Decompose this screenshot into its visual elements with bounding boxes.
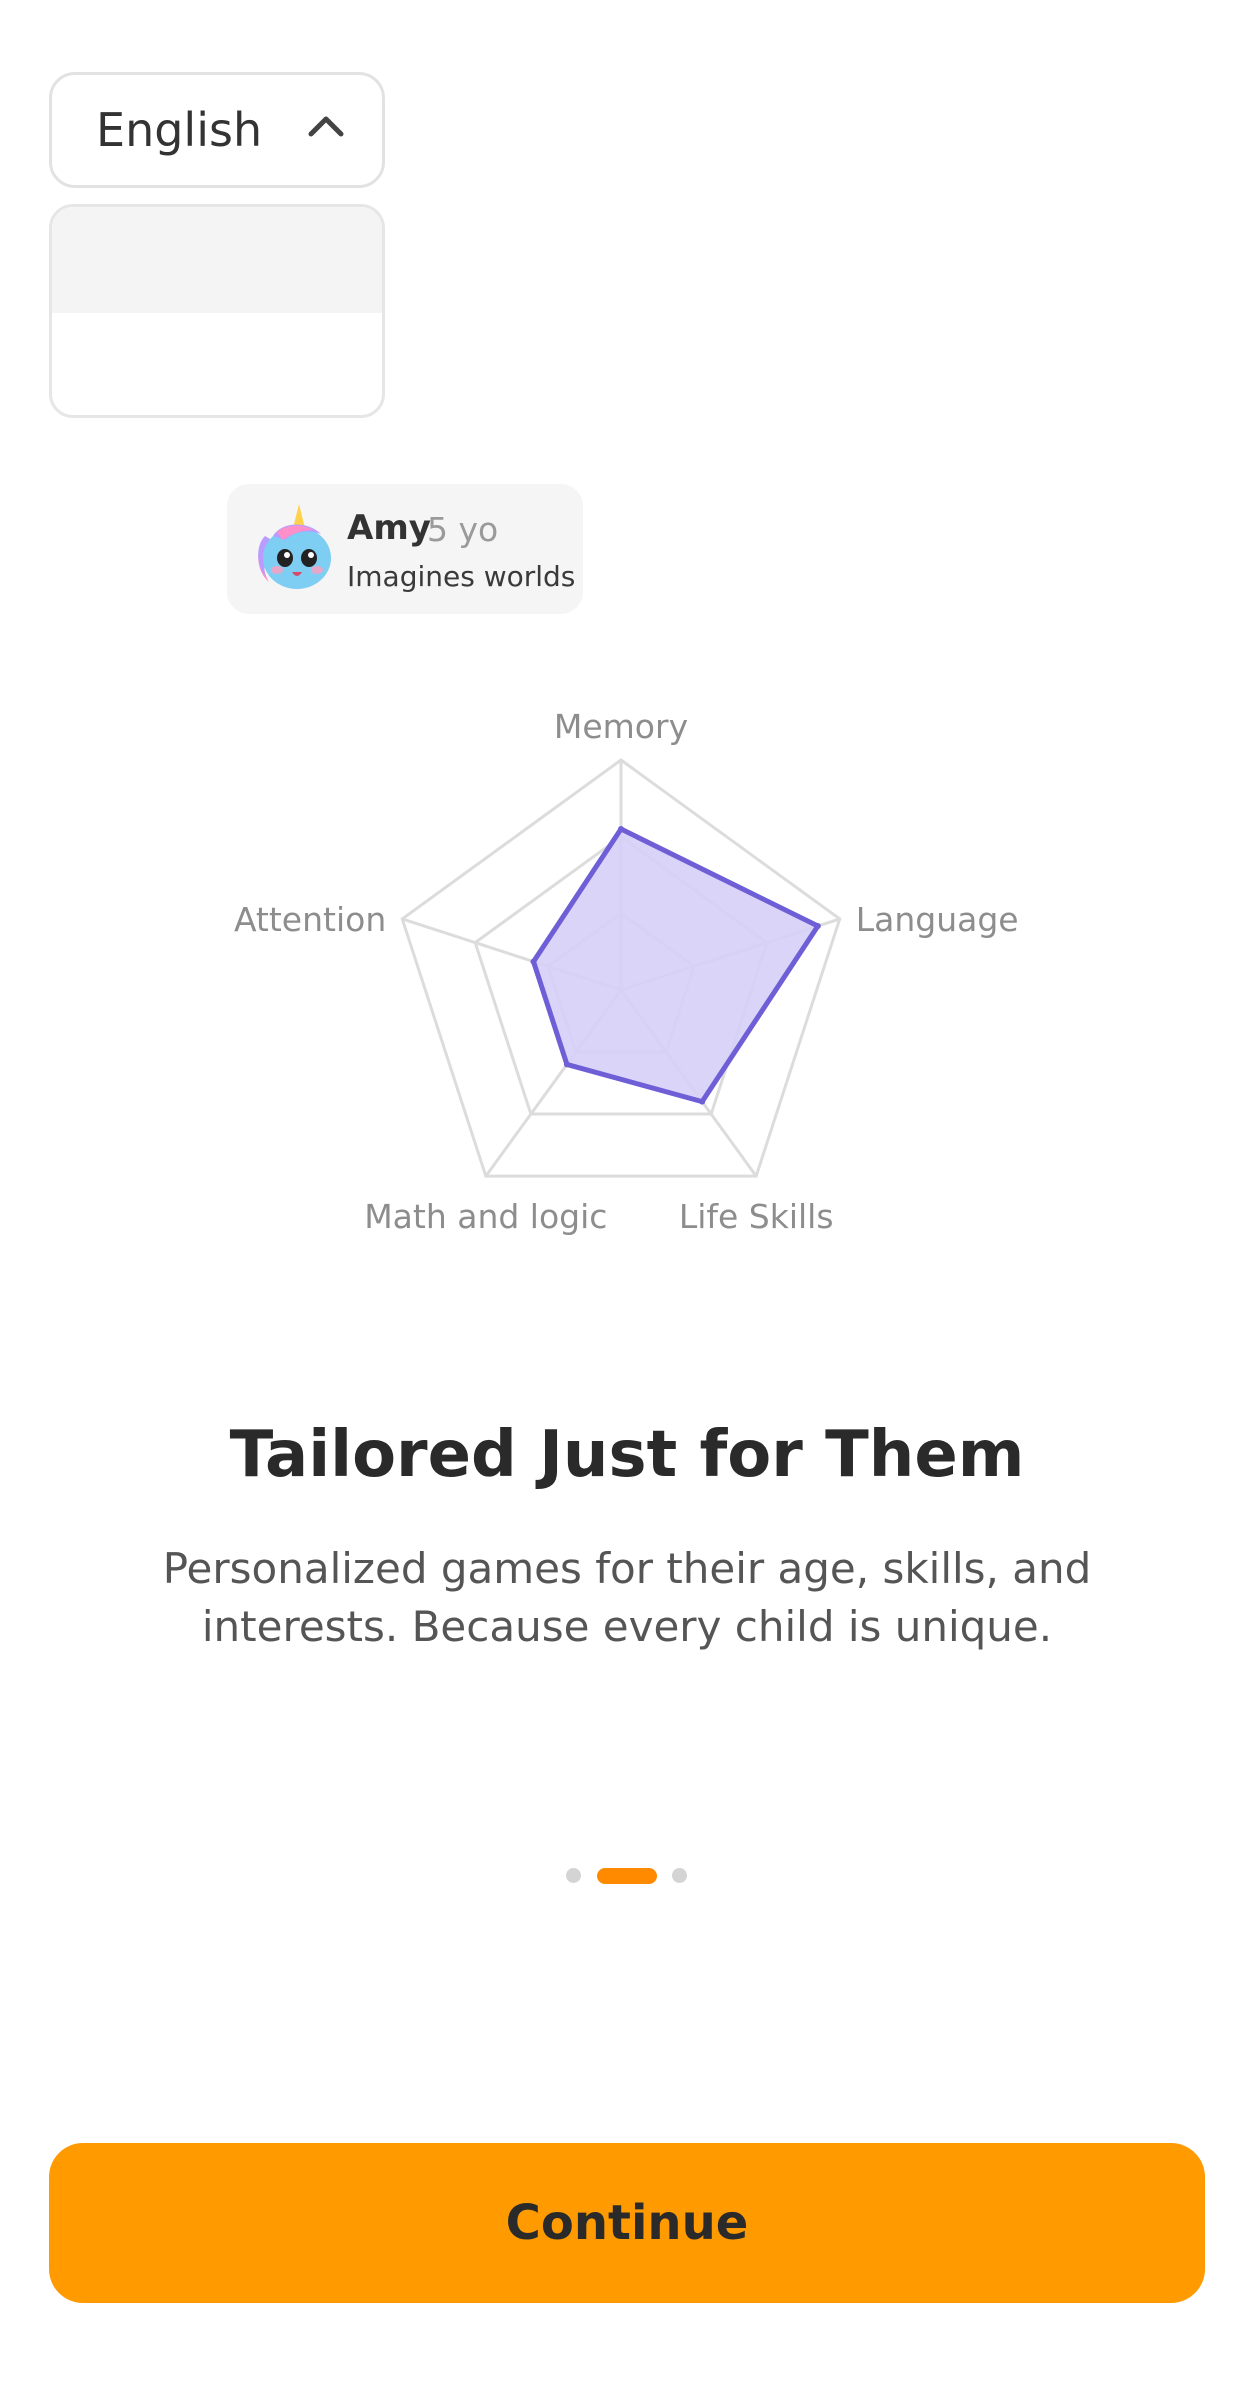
radar-axis-label: Math and logic — [364, 1197, 607, 1236]
language-selector[interactable]: English — [49, 72, 385, 188]
language-dropdown-menu — [49, 204, 385, 418]
radar-axis-label: Attention — [234, 900, 386, 939]
radar-data-point — [699, 1098, 706, 1105]
page-dot — [566, 1868, 581, 1883]
radar-data-point — [530, 958, 537, 965]
radar-data-point — [618, 826, 624, 832]
radar-data — [530, 826, 821, 1105]
page-dot-active — [597, 1868, 657, 1884]
radar-data-point — [814, 923, 821, 930]
page-indicator — [566, 1868, 688, 1884]
unicorn-avatar-icon — [258, 504, 331, 589]
continue-button[interactable]: Continue — [49, 2143, 1205, 2303]
radar-axis-label: Memory — [554, 707, 688, 746]
child-profile-card: Amy 5 yo Imagines worlds — [227, 484, 583, 614]
skills-radar-chart: Memory Language Life Skills Math and logic A… — [234, 707, 1019, 1236]
radar-data-point — [563, 1061, 570, 1068]
language-selector-value: English — [96, 103, 263, 157]
child-name: Amy — [347, 508, 431, 548]
radar-axis-label: Language — [856, 900, 1019, 939]
child-trait: Imagines worlds — [347, 560, 576, 593]
page-dot — [672, 1868, 687, 1883]
page-title: Tailored Just for Them — [229, 1418, 1025, 1492]
chevron-up-icon — [308, 116, 344, 137]
child-age: 5 yo — [427, 510, 499, 549]
language-option[interactable] — [52, 207, 382, 313]
page-subtitle: Personalized games for their age, skills… — [162, 1544, 1092, 1651]
language-option[interactable] — [52, 313, 382, 415]
radar-axis-label: Life Skills — [679, 1197, 834, 1236]
